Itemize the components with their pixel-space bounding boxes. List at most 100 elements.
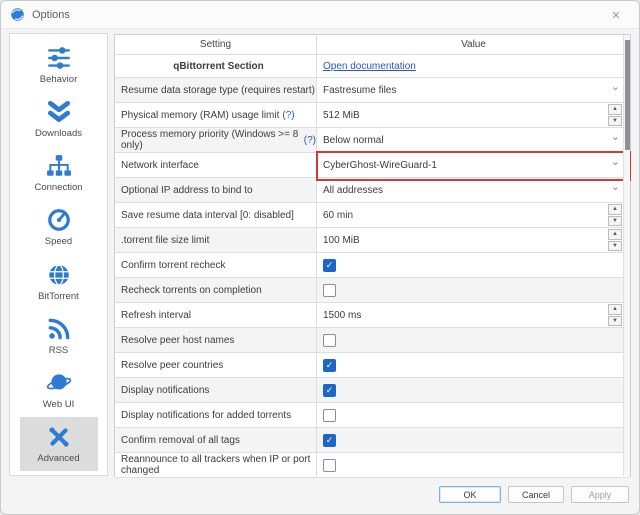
vertical-scrollbar[interactable] [623,35,630,476]
sidebar-item-label: Speed [44,236,73,248]
spin-up-icon[interactable]: ▲ [608,229,622,240]
setting-label-cell: Display notifications for added torrents [115,403,317,427]
spin-up-icon[interactable]: ▲ [608,204,622,215]
setting-column-header: Setting [115,35,317,54]
help-link[interactable]: (?) [304,135,316,146]
open-documentation-link[interactable]: Open documentation [317,61,416,72]
dropdown-selected-value: CyberGhost-WireGuard-1 [323,159,437,171]
value-spinbox[interactable]: 60 min ▲ ▼ [317,203,630,227]
section-row: qBittorrent Section Open documentation [115,55,630,78]
setting-label: Network interface [121,159,199,171]
checkbox[interactable]: ✓ [323,358,336,372]
sidebar-item-connection[interactable]: Connection [20,146,98,200]
table-row: Confirm torrent recheck ✓ [115,253,630,278]
value-cell: 1500 ms ▲ ▼ [317,303,630,327]
setting-label-cell: Recheck torrents on completion [115,278,317,302]
setting-label: Optional IP address to bind to [121,184,253,196]
value-spinbox[interactable]: 512 MiB ▲ ▼ [317,103,630,127]
checkbox[interactable] [323,283,336,297]
setting-label-cell: Resolve peer host names [115,328,317,352]
setting-label: Reannounce to all trackers when IP or po… [121,454,311,476]
spin-down-icon[interactable]: ▼ [608,240,622,251]
ok-button[interactable]: OK [439,486,501,503]
value-dropdown[interactable]: Fastresume files ⌄ [317,78,630,102]
sidebar-item-downloads[interactable]: Downloads [20,92,98,146]
checkbox[interactable]: ✓ [323,258,336,272]
spin-buttons: ▲ ▼ [608,304,622,326]
cancel-button[interactable]: Cancel [508,486,564,503]
value-spinbox[interactable]: 1500 ms ▲ ▼ [317,303,630,327]
section-value-cell: Open documentation [317,55,630,77]
setting-label-cell: Network interface [115,153,317,177]
spin-up-icon[interactable]: ▲ [608,304,622,315]
setting-label: .torrent file size limit [121,234,210,246]
setting-label-cell: .torrent file size limit [115,228,317,252]
value-cell: ✓ [317,378,630,402]
value-dropdown[interactable]: All addresses ⌄ [317,178,630,202]
value-cell: ✓ [317,428,630,452]
sidebar-item-webui[interactable]: Web UI [20,363,98,417]
spin-buttons: ▲ ▼ [608,104,622,126]
value-cell: ✓ [317,353,630,377]
value-cell: All addresses ⌄ [317,178,630,202]
apply-button[interactable]: Apply [571,486,629,503]
table-row: Physical memory (RAM) usage limit (?) 512 … [115,103,630,128]
sidebar-item-label: RSS [48,344,69,356]
sidebar-item-rss[interactable]: RSS [20,309,98,363]
setting-label-cell: Resolve peer countries [115,353,317,377]
spin-up-icon[interactable]: ▲ [608,104,622,115]
setting-label: Refresh interval [121,309,192,321]
sidebar-item-behavior[interactable]: Behavior [20,38,98,92]
sidebar-item-label: Connection [34,182,83,194]
button-bar: OK Cancel Apply [1,475,639,514]
checkbox[interactable]: ✓ [323,433,336,447]
value-dropdown[interactable]: Below normal ⌄ [317,128,630,152]
setting-label: Resolve peer countries [121,359,224,371]
spin-buttons: ▲ ▼ [608,204,622,226]
value-cell [317,403,630,427]
chevron-down-icon: ⌄ [610,181,620,193]
setting-label-cell: Optional IP address to bind to [115,178,317,202]
setting-label-cell: Process memory priority (Windows >= 8 on… [115,128,317,152]
checkbox[interactable]: ✓ [323,383,336,397]
value-cell [317,278,630,302]
checkbox[interactable] [323,458,336,472]
options-dialog: Options ✕ Behavior Downloads Connection Spe… [0,0,640,515]
dropdown-selected-value: All addresses [323,184,384,196]
table-row: Display notifications ✓ [115,378,630,403]
value-cell: 100 MiB ▲ ▼ [317,228,630,252]
setting-label: Process memory priority (Windows >= 8 on… [121,129,299,151]
chevron-down-icon: ⌄ [610,156,620,168]
value-dropdown[interactable]: CyberGhost-WireGuard-1 ⌄ [317,153,630,177]
value-cell: ✓ [317,253,630,277]
sidebar-item-speed[interactable]: Speed [20,200,98,254]
setting-label: Recheck torrents on completion [121,284,262,296]
network-tree-icon [46,153,72,179]
value-cell [317,328,630,352]
checkbox[interactable] [323,333,336,347]
value-cell: 512 MiB ▲ ▼ [317,103,630,127]
spin-down-icon[interactable]: ▼ [608,115,622,126]
sidebar-item-bittorrent[interactable]: BitTorrent [20,255,98,309]
scrollbar-thumb[interactable] [625,40,630,150]
sidebar-item-advanced[interactable]: Advanced [19,416,98,471]
help-link[interactable]: (?) [282,110,294,121]
setting-label: Display notifications [121,384,210,396]
globe-icon [46,262,72,288]
checkbox[interactable] [323,408,336,422]
section-title: qBittorrent Section [173,60,264,72]
table-row: Process memory priority (Windows >= 8 on… [115,128,630,153]
spin-down-icon[interactable]: ▼ [608,215,622,226]
close-icon[interactable]: ✕ [607,6,625,24]
setting-label: Resume data storage type (requires resta… [121,84,315,96]
title-bar: Options ✕ [1,1,639,29]
table-rows: Resume data storage type (requires resta… [115,78,631,478]
spinbox-value: 60 min [323,209,354,221]
sidebar-item-label: Web UI [42,398,75,410]
table-header-row: Setting Value [115,35,630,55]
setting-label-cell: Confirm removal of all tags [115,428,317,452]
setting-label: Display notifications for added torrents [121,409,292,421]
spin-down-icon[interactable]: ▼ [608,315,622,326]
value-spinbox[interactable]: 100 MiB ▲ ▼ [317,228,630,252]
speedometer-icon [46,207,72,233]
